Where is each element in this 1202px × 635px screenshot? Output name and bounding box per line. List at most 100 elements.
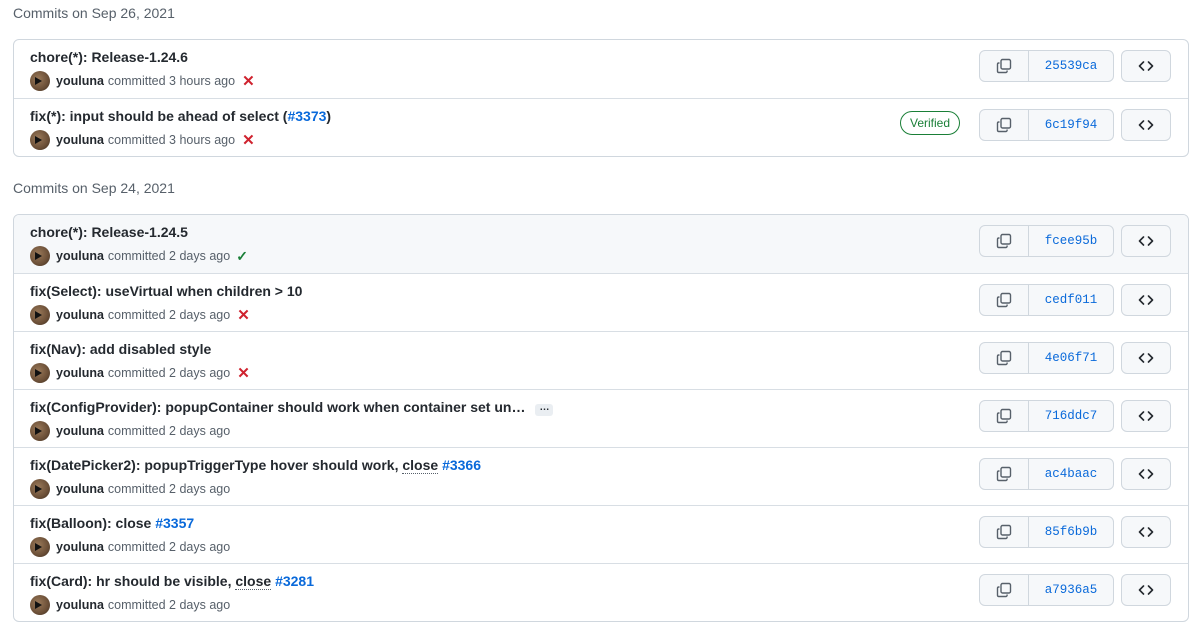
commit-time: committed 2 days ago (107, 308, 231, 322)
commit-message: fix(Card): hr should be visible, close #… (30, 573, 314, 590)
commit-message-suffix: ) (326, 108, 332, 124)
author-link[interactable]: youluna (56, 366, 104, 380)
commit-meta: youluna committed 2 days ago ✓ (30, 246, 248, 266)
sha-button-group: 716ddc7 (979, 400, 1114, 432)
author-link[interactable]: youluna (56, 598, 104, 612)
commit-row: fix(Card): hr should be visible, close #… (14, 563, 1188, 621)
commit-message[interactable]: fix(Nav): add disabled style (30, 341, 211, 357)
browse-repo-button[interactable] (1121, 516, 1171, 548)
author-link[interactable]: youluna (56, 74, 104, 88)
avatar[interactable] (30, 305, 50, 325)
author-link[interactable]: youluna (56, 540, 104, 554)
commit-message-text[interactable]: fix(Balloon): close (30, 515, 155, 531)
x-icon[interactable]: ✕ (237, 366, 250, 381)
avatar[interactable] (30, 537, 50, 557)
sha-button-group: a7936a5 (979, 574, 1114, 606)
code-icon (1138, 353, 1154, 363)
issue-link[interactable]: #3357 (155, 515, 194, 531)
copy-sha-button[interactable] (980, 110, 1029, 140)
commit-row: fix(Balloon): close #3357 youluna commit… (14, 505, 1188, 563)
author-link[interactable]: youluna (56, 308, 104, 322)
commit-message-text[interactable]: fix(*): input should be ahead of select … (30, 108, 287, 124)
commit-message: fix(ConfigProvider): popupContainer shou… (30, 399, 554, 416)
avatar[interactable] (30, 246, 50, 266)
copy-sha-button[interactable] (980, 575, 1029, 605)
code-icon (1138, 411, 1154, 421)
copy-sha-button[interactable] (980, 51, 1029, 81)
commit-time: committed 2 days ago (107, 540, 231, 554)
commit-message-text[interactable]: fix(Card): hr should be visible, (30, 573, 235, 589)
commit-sha-link[interactable]: fcee95b (1029, 226, 1113, 256)
commit-meta: youluna committed 3 hours ago ✕ (30, 130, 255, 150)
sha-button-group: 85f6b9b (979, 516, 1114, 548)
commit-meta: youluna committed 2 days ago (30, 595, 230, 615)
browse-repo-button[interactable] (1121, 458, 1171, 490)
commit-row: fix(DatePicker2): popupTriggerType hover… (14, 447, 1188, 505)
sha-button-group: 25539ca (979, 50, 1114, 82)
check-icon[interactable]: ✓ (236, 248, 248, 265)
copy-icon (996, 524, 1012, 540)
author-link[interactable]: youluna (56, 482, 104, 496)
browse-repo-button[interactable] (1121, 284, 1171, 316)
browse-repo-button[interactable] (1121, 400, 1171, 432)
commit-time: committed 2 days ago (107, 424, 231, 438)
sha-button-group: 4e06f71 (979, 342, 1114, 374)
code-icon (1138, 469, 1154, 479)
copy-sha-button[interactable] (980, 285, 1029, 315)
x-icon[interactable]: ✕ (242, 74, 255, 89)
commit-sha-link[interactable]: 85f6b9b (1029, 517, 1113, 547)
commit-message: fix(Balloon): close #3357 (30, 515, 194, 531)
copy-sha-button[interactable] (980, 401, 1029, 431)
commit-message-text[interactable]: fix(ConfigProvider): popupContainer shou… (30, 399, 525, 415)
avatar[interactable] (30, 595, 50, 615)
copy-sha-button[interactable] (980, 343, 1029, 373)
commit-sha-link[interactable]: 25539ca (1029, 51, 1113, 81)
avatar[interactable] (30, 479, 50, 499)
code-icon (1138, 120, 1154, 130)
commit-sha-link[interactable]: ac4baac (1029, 459, 1113, 489)
commit-sha-link[interactable]: cedf011 (1029, 285, 1113, 315)
copy-sha-button[interactable] (980, 226, 1029, 256)
commit-message[interactable]: fix(Select): useVirtual when children > … (30, 283, 302, 299)
author-link[interactable]: youluna (56, 249, 104, 263)
commit-row: fix(*): input should be ahead of select … (14, 98, 1188, 156)
issue-link[interactable]: #3366 (442, 457, 481, 473)
commit-time: committed 2 days ago (107, 366, 231, 380)
x-icon[interactable]: ✕ (237, 308, 250, 323)
copy-icon (996, 58, 1012, 74)
expand-message-button[interactable]: … (535, 403, 554, 416)
browse-repo-button[interactable] (1121, 225, 1171, 257)
code-icon (1138, 585, 1154, 595)
author-link[interactable]: youluna (56, 424, 104, 438)
commit-message[interactable]: chore(*): Release-1.24.5 (30, 224, 188, 240)
browse-repo-button[interactable] (1121, 342, 1171, 374)
avatar[interactable] (30, 130, 50, 150)
browse-repo-button[interactable] (1121, 109, 1171, 141)
commit-sha-link[interactable]: 4e06f71 (1029, 343, 1113, 373)
commit-message[interactable]: chore(*): Release-1.24.6 (30, 49, 188, 65)
commit-message-text[interactable]: fix(DatePicker2): popupTriggerType hover… (30, 457, 402, 473)
verified-badge[interactable]: Verified (900, 111, 961, 135)
code-icon (1138, 527, 1154, 537)
commit-sha-link[interactable]: a7936a5 (1029, 575, 1113, 605)
browse-repo-button[interactable] (1121, 574, 1171, 606)
commit-message: fix(DatePicker2): popupTriggerType hover… (30, 457, 481, 474)
browse-repo-button[interactable] (1121, 50, 1171, 82)
copy-icon (996, 582, 1012, 598)
avatar[interactable] (30, 421, 50, 441)
commit-sha-link[interactable]: 716ddc7 (1029, 401, 1113, 431)
x-icon[interactable]: ✕ (242, 133, 255, 148)
issue-link[interactable]: #3281 (275, 573, 314, 589)
avatar[interactable] (30, 71, 50, 91)
copy-icon (996, 117, 1012, 133)
copy-sha-button[interactable] (980, 459, 1029, 489)
author-link[interactable]: youluna (56, 133, 104, 147)
avatar[interactable] (30, 363, 50, 383)
issue-link[interactable]: #3373 (287, 108, 326, 124)
commit-sha-link[interactable]: 6c19f94 (1029, 110, 1113, 140)
copy-sha-button[interactable] (980, 517, 1029, 547)
commit-row: fix(Select): useVirtual when children > … (14, 273, 1188, 331)
commit-meta: youluna committed 3 hours ago ✕ (30, 71, 255, 91)
code-icon (1138, 236, 1154, 246)
commit-meta: youluna committed 2 days ago ✕ (30, 363, 250, 383)
